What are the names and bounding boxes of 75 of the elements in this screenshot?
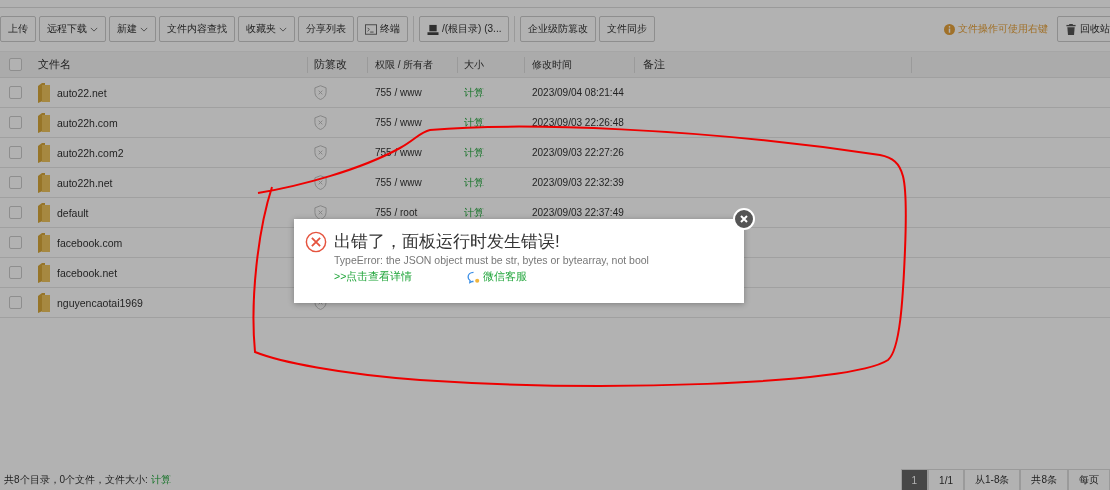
shield-icon[interactable] xyxy=(314,145,327,160)
toolbar-button[interactable]: 企业级防篡改 xyxy=(520,16,597,42)
permission-text[interactable]: 755 / root xyxy=(375,207,418,218)
close-button[interactable] xyxy=(733,208,755,230)
chat-icon xyxy=(467,270,481,284)
toolbar-button[interactable]: 文件内容查找 xyxy=(159,16,235,42)
pagination-item[interactable]: 每页 xyxy=(1068,469,1110,490)
toolbar-button[interactable]: 远程下载 xyxy=(39,16,106,42)
shield-icon[interactable] xyxy=(314,205,327,220)
folder-icon xyxy=(38,142,50,163)
modified-time: 2023/09/03 22:37:49 xyxy=(532,207,624,218)
file-name[interactable]: facebook.com xyxy=(57,236,123,249)
shield-icon[interactable] xyxy=(314,115,327,130)
toolbar-button[interactable]: 新建 xyxy=(109,16,156,42)
row-checkbox[interactable] xyxy=(8,266,22,279)
row-checkbox[interactable] xyxy=(8,296,22,309)
toolbar-button[interactable]: /(根目录) (3... xyxy=(419,16,510,42)
file-name[interactable]: auto22h.com xyxy=(57,116,118,129)
dialog-title: 出错了，面板运行时发生错误! xyxy=(334,231,561,253)
row-checkbox[interactable] xyxy=(8,146,22,159)
permission-text[interactable]: 755 / www xyxy=(375,87,422,98)
toolbar-button[interactable]: 上传 xyxy=(0,16,36,42)
row-checkbox[interactable] xyxy=(8,206,22,219)
column-header[interactable]: 备注 xyxy=(643,57,665,72)
file-name[interactable]: facebook.net xyxy=(57,266,118,279)
pagination-item[interactable]: 1/1 xyxy=(928,469,964,490)
row-checkbox[interactable] xyxy=(8,86,22,99)
toolbar-button[interactable]: 收藏夹 xyxy=(238,16,295,42)
modified-time: 2023/09/04 08:21:44 xyxy=(532,87,624,98)
toolbar-button[interactable]: 分享列表 xyxy=(298,16,354,42)
row-checkbox[interactable] xyxy=(8,176,22,189)
column-header[interactable]: 大小 xyxy=(464,57,484,72)
drive-icon xyxy=(427,23,439,35)
permission-text[interactable]: 755 / www xyxy=(375,177,422,188)
pagination-item[interactable]: 1 xyxy=(900,469,929,490)
row-checkbox[interactable] xyxy=(8,236,22,249)
folder-icon xyxy=(38,82,50,103)
shield-icon[interactable] xyxy=(314,175,327,190)
column-header[interactable]: 防篡改 xyxy=(314,57,347,72)
select-all-checkbox[interactable] xyxy=(8,58,22,71)
error-message: TypeError: the JSON object must be str, bytes or bytearray, not bool xyxy=(334,253,649,267)
close-icon xyxy=(739,214,749,224)
toolbar-button[interactable]: 终端 xyxy=(357,16,408,42)
folder-icon xyxy=(38,232,50,253)
modified-time: 2023/09/03 22:26:48 xyxy=(532,117,624,128)
folder-icon xyxy=(38,262,50,283)
terminal-icon xyxy=(365,23,377,35)
folder-icon xyxy=(38,292,50,313)
file-name[interactable]: auto22h.com2 xyxy=(57,146,124,159)
pagination-item[interactable]: 共8条 xyxy=(1020,469,1068,490)
file-name[interactable]: auto22.net xyxy=(57,86,107,99)
hint-text: 文件操作可使用右键 xyxy=(958,22,1048,36)
toolbar-button[interactable]: 文件同步 xyxy=(599,16,656,42)
folder-icon xyxy=(38,112,50,133)
modified-time: 2023/09/03 22:27:26 xyxy=(532,147,624,158)
permission-text[interactable]: 755 / www xyxy=(375,117,422,128)
file-name[interactable]: default xyxy=(57,206,89,219)
file-name[interactable]: nguyencaotai1969 xyxy=(57,296,143,309)
summary-text: 共8个目录，0个文件，文件大小: xyxy=(3,473,148,487)
caret-icon xyxy=(90,26,98,32)
caret-icon xyxy=(279,26,287,32)
caret-icon xyxy=(140,26,148,32)
row-checkbox[interactable] xyxy=(8,116,22,129)
file-name[interactable]: auto22h.net xyxy=(57,176,113,189)
recycle-bin-button[interactable]: 回收站 xyxy=(1057,16,1110,42)
folder-icon xyxy=(38,202,50,223)
info-icon xyxy=(944,23,955,35)
modified-time: 2023/09/03 22:32:39 xyxy=(532,177,624,188)
trash-icon xyxy=(1065,23,1077,35)
column-header[interactable]: 权限 / 所有者 xyxy=(375,57,434,72)
column-header[interactable]: 修改时间 xyxy=(532,57,572,72)
column-header[interactable]: 文件名 xyxy=(38,57,71,72)
shield-icon[interactable] xyxy=(314,85,327,100)
folder-icon xyxy=(38,172,50,193)
error-icon xyxy=(305,231,327,253)
